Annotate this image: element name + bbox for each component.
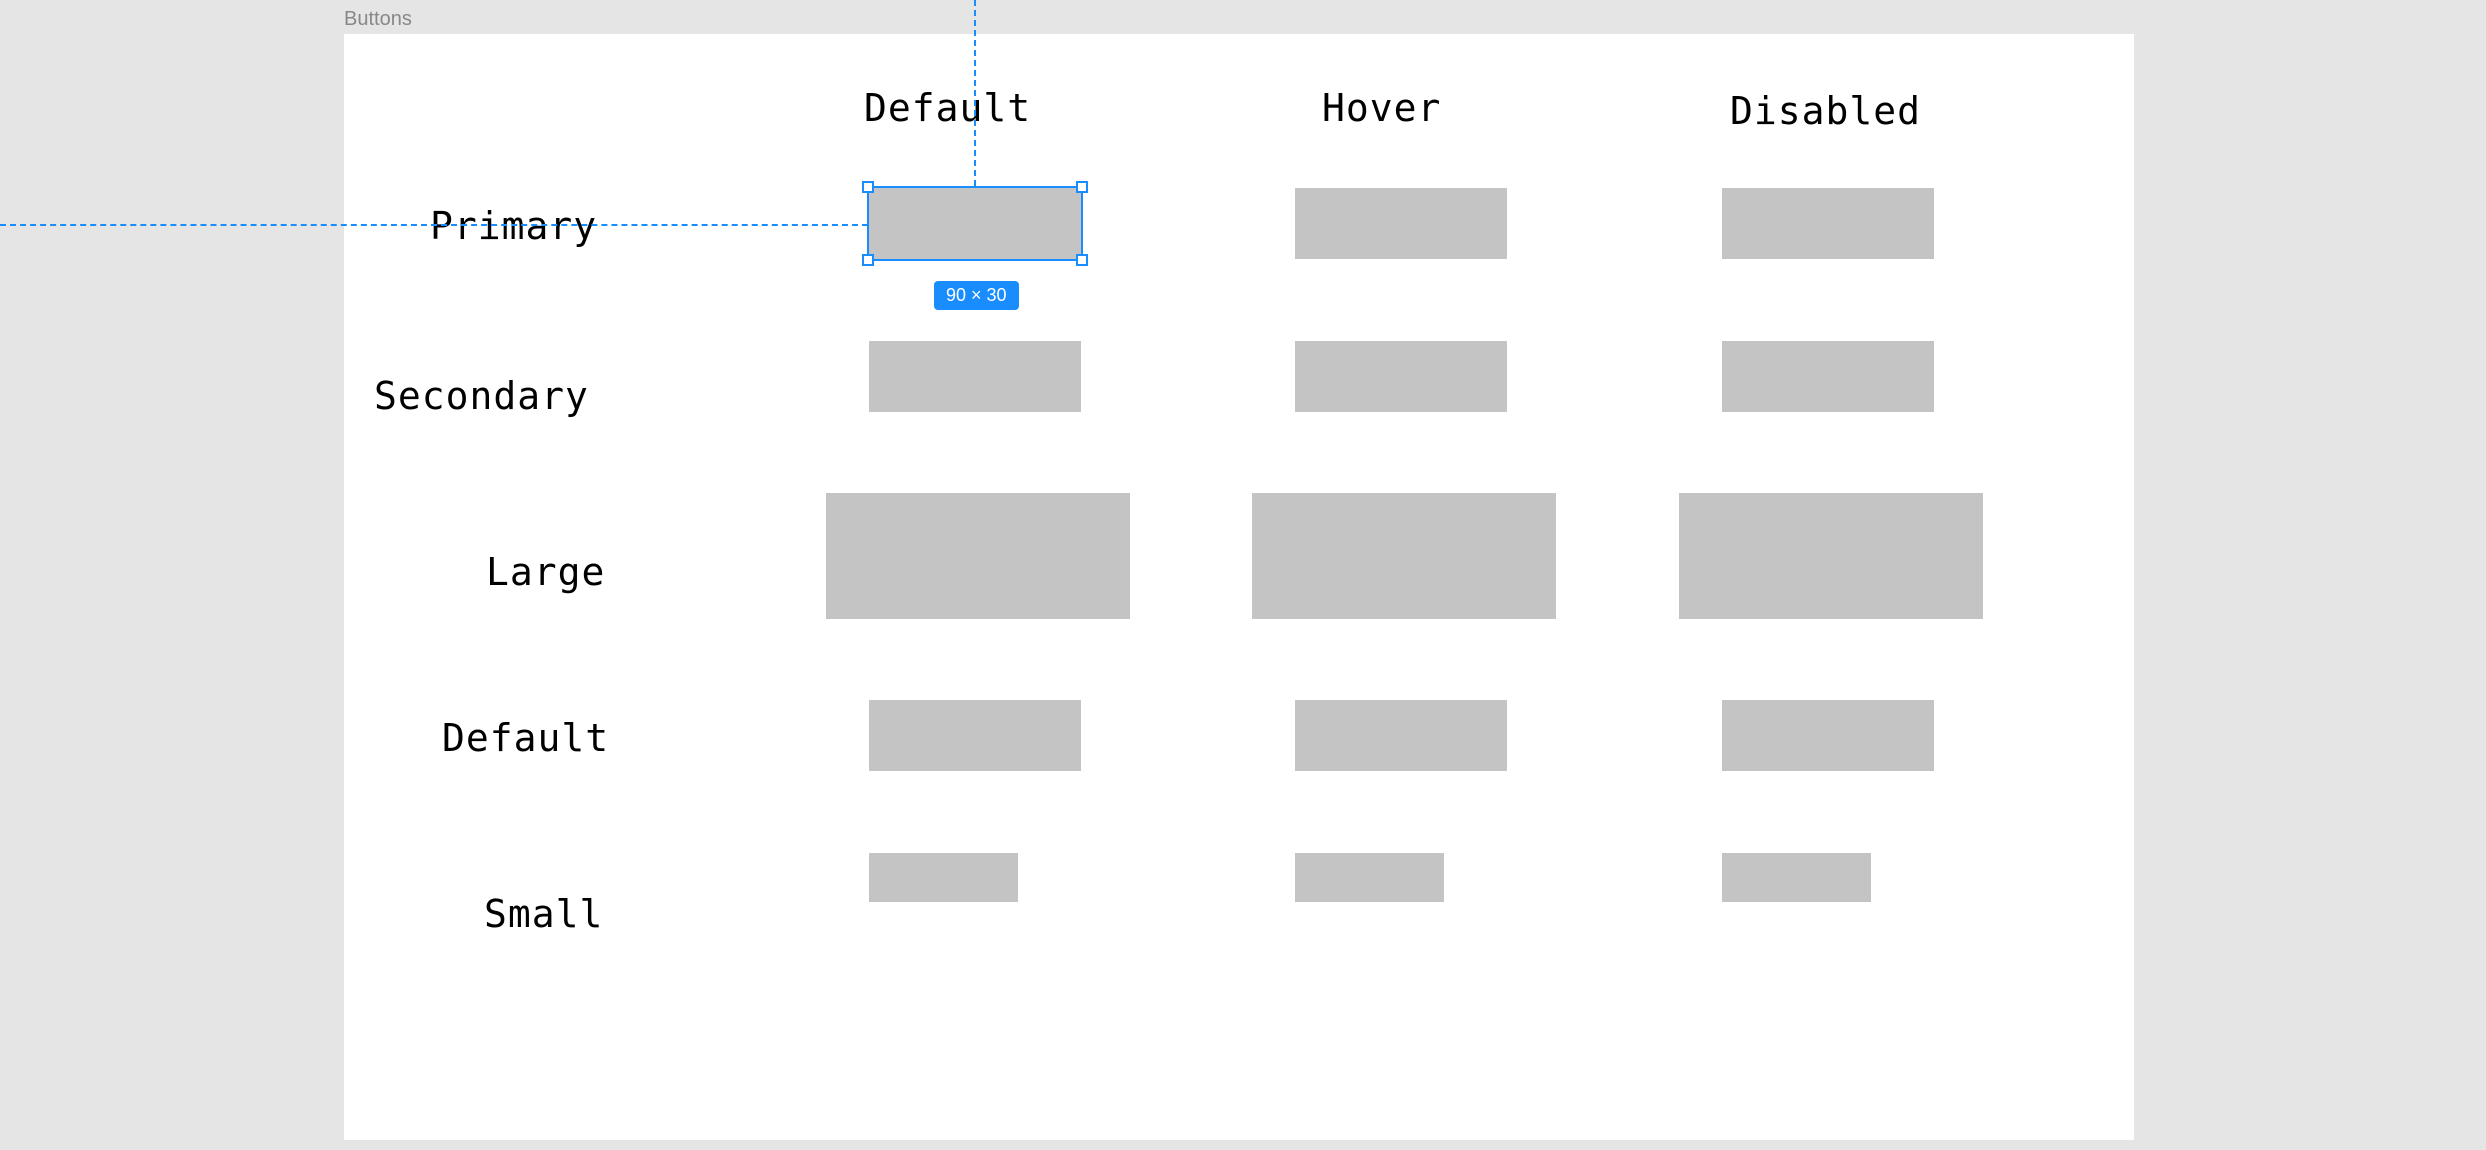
swatch-secondary-hover[interactable]: [1295, 341, 1507, 412]
swatch-secondary-disabled[interactable]: [1722, 341, 1934, 412]
row-label-secondary: Secondary: [374, 374, 589, 418]
swatch-default-disabled[interactable]: [1722, 700, 1934, 771]
swatch-large-default[interactable]: [826, 493, 1130, 619]
swatch-small-disabled[interactable]: [1722, 853, 1871, 902]
selection-size-badge: 90 × 30: [934, 281, 1019, 310]
swatch-primary-hover[interactable]: [1295, 188, 1507, 259]
swatch-small-default[interactable]: [869, 853, 1018, 902]
column-header-default: Default: [864, 86, 1031, 130]
swatch-default-default[interactable]: [869, 700, 1081, 771]
swatch-small-hover[interactable]: [1295, 853, 1444, 902]
swatch-primary-default[interactable]: [869, 188, 1081, 259]
row-label-primary: Primary: [430, 204, 597, 248]
row-label-default: Default: [442, 716, 609, 760]
swatch-primary-disabled[interactable]: [1722, 188, 1934, 259]
swatch-large-disabled[interactable]: [1679, 493, 1983, 619]
row-label-large: Large: [486, 550, 605, 594]
swatch-secondary-default[interactable]: [869, 341, 1081, 412]
row-label-small: Small: [484, 892, 603, 936]
frame-buttons[interactable]: Default Hover Disabled Primary Secondary…: [344, 34, 2134, 1140]
swatch-default-hover[interactable]: [1295, 700, 1507, 771]
column-header-hover: Hover: [1322, 86, 1441, 130]
frame-label: Buttons: [344, 8, 412, 31]
column-header-disabled: Disabled: [1730, 89, 1921, 133]
swatch-large-hover[interactable]: [1252, 493, 1556, 619]
